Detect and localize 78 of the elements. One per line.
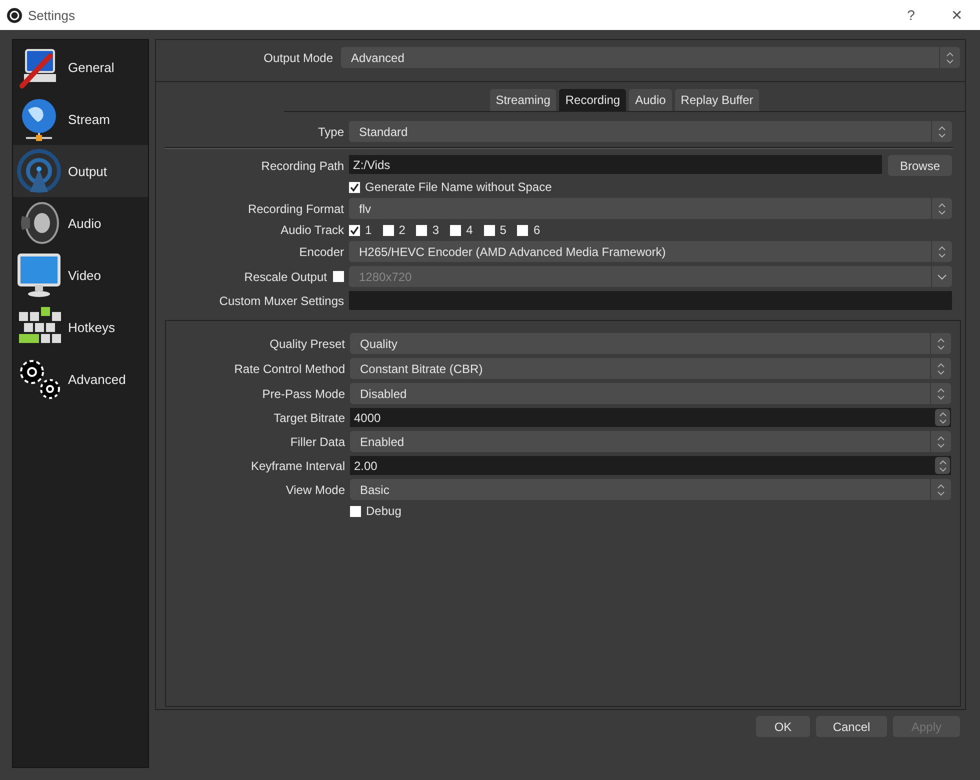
sidebar-item[interactable]: General	[13, 41, 148, 93]
check-icon	[350, 226, 359, 234]
broadcast-antenna-icon	[16, 148, 62, 194]
dropdown[interactable]: Quality	[350, 333, 951, 354]
sidebar-item[interactable]: Advanced	[13, 353, 148, 405]
app-logo-icon	[7, 8, 22, 22]
up-down-arrows-icon	[937, 388, 945, 400]
dropdown[interactable]: Disabled	[350, 383, 951, 404]
text-field[interactable]	[349, 291, 952, 310]
sidebar-item[interactable]: Audio	[13, 197, 148, 249]
tab[interactable]: Recording	[559, 89, 626, 111]
checkbox[interactable]	[350, 506, 361, 516]
caret-icon	[937, 274, 947, 280]
field-label: Recording Format	[246, 202, 344, 216]
dropdown[interactable]: Basic	[350, 479, 951, 500]
field-label: Encoder	[298, 244, 344, 258]
field-label: Quality Preset	[268, 336, 345, 350]
field-label: Type	[316, 124, 344, 138]
checkbox[interactable]	[382, 224, 394, 236]
checkbox[interactable]	[517, 224, 528, 236]
up-down-arrows-icon	[937, 338, 945, 350]
dialog-button[interactable]: Cancel	[816, 716, 887, 737]
tab[interactable]: Streaming	[490, 89, 556, 111]
dropdown[interactable]: flv	[349, 198, 952, 219]
number-field[interactable]: 2.00	[350, 456, 951, 475]
dropdown[interactable]: Constant Bitrate (CBR)	[350, 358, 951, 379]
help-button[interactable]: ?	[888, 0, 934, 30]
field-label: Recording Path	[260, 158, 344, 172]
checkbox[interactable]	[484, 224, 495, 236]
browse-button[interactable]: Browse	[888, 155, 952, 176]
up-down-arrows-icon	[938, 412, 946, 424]
checkbox-label: 1	[365, 223, 372, 237]
text-field[interactable]: Z:/Vids	[349, 155, 882, 174]
sidebar-item[interactable]: Hotkeys	[13, 301, 148, 353]
field-label: Output Mode	[262, 50, 333, 64]
checkbox[interactable]	[349, 182, 360, 192]
field-label: Pre-Pass Mode	[261, 386, 345, 400]
field-label: Rate Control Method	[233, 362, 345, 376]
tab[interactable]: Replay Buffer	[674, 89, 760, 111]
checkbox[interactable]	[450, 224, 462, 236]
field-label: Target Bitrate	[272, 410, 345, 424]
check-icon	[350, 182, 359, 192]
up-down-arrows-icon	[938, 246, 946, 258]
up-down-arrows-icon	[937, 436, 945, 448]
number-field[interactable]: 4000	[350, 408, 951, 427]
close-button[interactable]: ✕	[934, 0, 980, 30]
sidebar-item[interactable]: Stream	[13, 93, 148, 145]
dropdown[interactable]: Advanced	[341, 47, 960, 68]
checkbox[interactable]	[416, 224, 428, 236]
sidebar-item[interactable]: Output	[13, 145, 148, 197]
up-down-arrows-icon	[946, 52, 954, 64]
tab[interactable]: Audio	[629, 89, 672, 111]
checkbox-label: Generate File Name without Space	[365, 180, 552, 194]
checkbox-label: 4	[466, 223, 473, 237]
dropdown[interactable]: Standard	[349, 121, 952, 142]
field-label: View Mode	[284, 482, 345, 496]
checkbox-label: Debug	[366, 504, 402, 518]
up-down-arrows-icon	[937, 484, 945, 496]
checkbox-label: 5	[500, 223, 506, 237]
field-label: Rescale Output	[244, 270, 327, 284]
checkbox[interactable]	[349, 224, 360, 236]
monitor-icon	[16, 252, 62, 298]
field-label: Filler Data	[289, 434, 345, 448]
window-title: Settings	[28, 8, 76, 22]
checkbox-label: 2	[398, 223, 406, 237]
up-down-arrows-icon	[938, 460, 946, 472]
up-down-arrows-icon	[938, 202, 946, 214]
field-label: Custom Muxer Settings	[218, 294, 344, 308]
dialog-button[interactable]: OK	[756, 716, 810, 737]
field-label: Audio Track	[280, 223, 344, 237]
field-label: Keyframe Interval	[250, 458, 345, 472]
dropdown[interactable]: H265/HEVC Encoder (AMD Advanced Media Framework)	[349, 241, 952, 262]
checkbox-label: 3	[432, 223, 440, 237]
up-down-arrows-icon	[938, 126, 946, 138]
dropdown[interactable]: Enabled	[350, 431, 951, 452]
sidebar-item[interactable]: Video	[13, 249, 148, 301]
checkbox-label: 6	[533, 223, 540, 237]
up-down-arrows-icon	[937, 362, 945, 374]
